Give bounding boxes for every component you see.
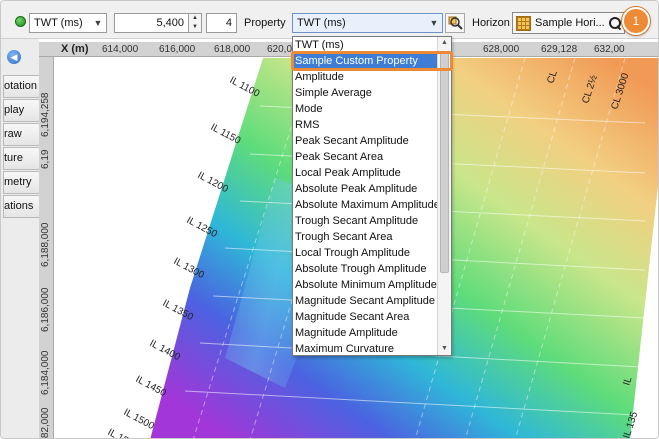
dropdown-option[interactable]: Simple Average [293, 86, 438, 102]
domain-select[interactable]: TWT (ms) ▼ [29, 13, 107, 33]
search-icon[interactable] [608, 16, 622, 30]
left-panel: ◀ otation play raw ture metry ations [1, 39, 39, 438]
domain-select-value: TWT (ms) [34, 17, 83, 29]
dropdown-option[interactable]: Magnitude Amplitude [293, 326, 438, 342]
dropdown-option[interactable]: Local Peak Amplitude [293, 166, 438, 182]
property-settings-icon [448, 16, 463, 30]
status-indicator-icon [15, 16, 26, 27]
tab-geometry[interactable]: metry [3, 171, 39, 194]
inline-label: IL 1550 [106, 427, 141, 439]
dropdown-scrollbar[interactable]: ▲ ▼ [437, 37, 451, 355]
y-axis-ruler: 6,194,258 6,19 6,188,000 6,186,000 6,184… [39, 57, 54, 439]
scrollbar-thumb[interactable] [440, 51, 449, 273]
x-tick: 614,000 [102, 44, 139, 55]
dropdown-option[interactable]: Absolute Peak Amplitude [293, 182, 438, 198]
callout-highlight [291, 51, 453, 71]
horizon-label: Horizon [472, 17, 510, 29]
x-axis-name: X (m) [61, 43, 89, 55]
toolbar: TWT (ms) ▼ 5,400 ▲ ▼ 4 Property TWT (ms)… [1, 1, 658, 39]
y-tick: 6,186,000 [40, 287, 51, 333]
x-tick: 618,000 [214, 44, 251, 55]
inline-label: IL 1150 [209, 122, 243, 147]
dropdown-option[interactable]: Absolute Trough Amplitude [293, 262, 438, 278]
app-window: TWT (ms) ▼ 5,400 ▲ ▼ 4 Property TWT (ms)… [0, 0, 659, 439]
step-input[interactable]: 4 [206, 13, 237, 33]
collapse-arrow-icon[interactable]: ◀ [7, 50, 21, 64]
depth-input[interactable]: 5,400 [114, 13, 189, 33]
horizon-select[interactable]: Sample Hori... [512, 12, 625, 34]
dropdown-option[interactable]: Peak Secant Amplitude [293, 134, 438, 150]
x-tick: 628,000 [483, 44, 520, 55]
scroll-down-icon[interactable]: ▼ [438, 343, 451, 355]
property-select-value: TWT (ms) [297, 17, 346, 29]
property-dropdown-list[interactable]: TWT (ms) Sample Custom Property Amplitude S… [291, 36, 453, 358]
property-label: Property [244, 17, 286, 29]
y-tick: 6,184,000 [40, 350, 51, 396]
x-tick: 616,000 [159, 44, 196, 55]
inline-label: IL 1450 [134, 374, 169, 399]
dropdown-option[interactable]: Peak Secant Area [293, 150, 438, 166]
x-tick: 620,0 [267, 44, 293, 55]
dropdown-option[interactable]: Magnitude Secant Area [293, 310, 438, 326]
dropdown-option[interactable]: Magnitude Secant Amplitude [293, 294, 438, 310]
dropdown-option[interactable]: Trough Secant Amplitude [293, 214, 438, 230]
tab-draw[interactable]: raw [3, 123, 39, 146]
step-down-icon[interactable]: ▼ [189, 23, 201, 32]
dropdown-option[interactable]: Local Trough Amplitude [293, 246, 438, 262]
tab-texture[interactable]: ture [3, 147, 39, 170]
horizon-grid-icon [516, 15, 531, 31]
x-tick: 629,128 [541, 44, 578, 55]
property-select[interactable]: TWT (ms) ▼ [292, 13, 443, 33]
y-tick: 6,188,000 [40, 222, 51, 268]
tab-operations[interactable]: ations [3, 195, 39, 218]
property-settings-button[interactable] [445, 13, 465, 33]
horizon-select-value: Sample Hori... [535, 17, 605, 29]
x-tick: 632,00 [594, 44, 625, 55]
scroll-up-icon[interactable]: ▲ [438, 37, 451, 49]
tab-annotation[interactable]: otation [3, 75, 39, 98]
step-up-icon[interactable]: ▲ [189, 14, 201, 23]
dropdown-option[interactable]: Absolute Minimum Amplitude [293, 278, 438, 294]
dropdown-option[interactable]: Trough Secant Area [293, 230, 438, 246]
chevron-down-icon: ▼ [93, 18, 103, 28]
tab-display[interactable]: play [3, 99, 39, 122]
depth-stepper[interactable]: ▲ ▼ [188, 13, 202, 33]
dropdown-option[interactable]: Amplitude [293, 70, 438, 86]
dropdown-option[interactable]: RMS [293, 118, 438, 134]
y-tick: 6,19 [40, 149, 51, 169]
step-badge: 1 [622, 7, 650, 35]
inline-label: IL 1500 [122, 407, 157, 432]
y-tick: 6,182,000 [40, 407, 51, 439]
dropdown-option[interactable]: Mode [293, 102, 438, 118]
inline-label: IL 1200 [196, 170, 231, 195]
chevron-down-icon: ▼ [429, 18, 439, 28]
y-tick: 6,194,258 [40, 92, 51, 138]
dropdown-option[interactable]: Absolute Maximum Amplitude [293, 198, 440, 214]
dropdown-option[interactable]: Maximum Curvature [293, 342, 438, 358]
